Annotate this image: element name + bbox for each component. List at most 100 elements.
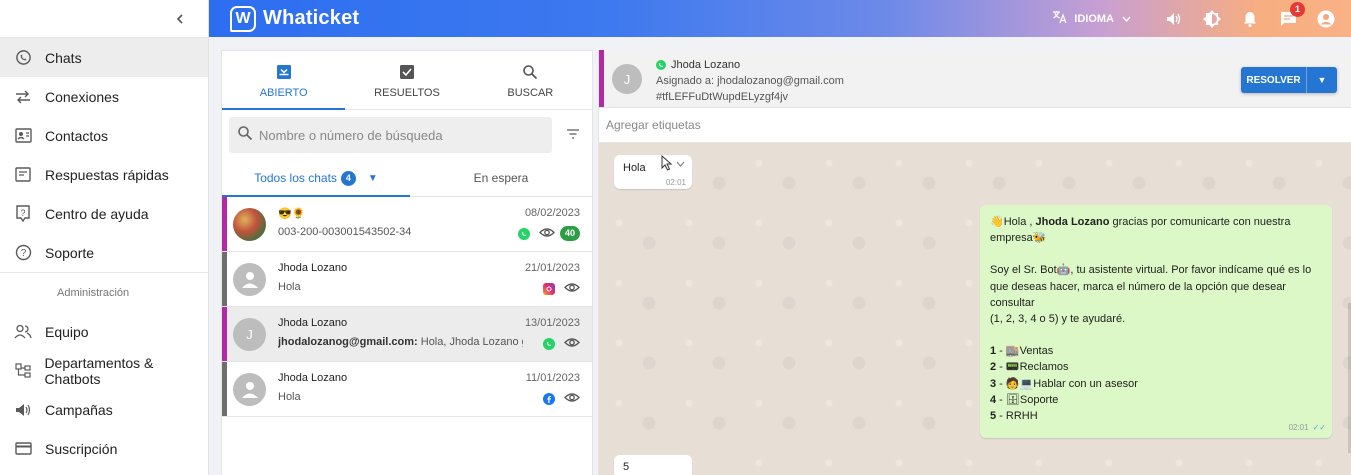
sidebar-header (0, 0, 208, 38)
app-logo[interactable]: W Whaticket (230, 5, 359, 32)
message-square-icon (14, 166, 32, 184)
sidebar-item-label: Campañas (45, 401, 113, 418)
assigned-to: Asignado a: jhodalozanog@gmail.com (656, 75, 844, 87)
eye-icon[interactable] (564, 335, 580, 353)
greeting-pre: 👋Hola , (990, 216, 1036, 228)
ticket-contact-name: 😎🌻 (278, 207, 306, 220)
ticket-indicators: 40 (518, 225, 580, 243)
ticket-item[interactable]: Jhoda Lozano Hola 21/01/2023 (222, 252, 592, 307)
sidebar-item-connections[interactable]: Conexiones (0, 77, 208, 116)
ticket-item[interactable]: Jhoda Lozano Hola 11/01/2023 (222, 362, 592, 417)
sidebar-item-team[interactable]: Equipo (0, 312, 208, 351)
greeting-line: 👋Hola , Jhoda Lozano gracias por comunic… (990, 214, 1322, 246)
sidebar-item-label: Soporte (45, 244, 95, 261)
double-check-icon: ✓✓ (1312, 422, 1326, 432)
people-icon (14, 323, 32, 341)
search-input[interactable] (259, 127, 539, 143)
filter-icon[interactable] (566, 126, 580, 144)
resolve-split-button: RESOLVER ▼ (1241, 67, 1337, 93)
flow-tree-icon (14, 362, 31, 380)
ticket-subtabs: Todos los chats 4 ▼ En espera (222, 160, 592, 197)
ticket-body: Jhoda Lozano Hola 21/01/2023 (278, 252, 592, 307)
ticket-id: #tfLEFFuDtWupdELyzgf4jv (656, 91, 789, 103)
eye-icon[interactable] (564, 280, 580, 298)
sidebar-item-help-center[interactable]: ? Centro de ayuda (0, 194, 208, 233)
avatar (233, 262, 266, 296)
ticket-date: 21/01/2023 (524, 261, 580, 274)
sidebar-section-admin: Administración (0, 272, 208, 312)
message-time: 02:01 (665, 178, 686, 187)
chat-notifications-icon[interactable]: 1 (1279, 1, 1305, 28)
inbox-icon (276, 61, 292, 83)
credit-card-icon (14, 440, 32, 458)
volume-icon[interactable] (1165, 10, 1183, 28)
incoming-message[interactable]: 5 (614, 455, 692, 475)
sidebar-item-label: Contactos (45, 127, 109, 144)
language-label: IDIOMA (1074, 12, 1114, 25)
sidebar-item-quick-replies[interactable]: Respuestas rápidas (0, 155, 208, 194)
sidebar-item-chats[interactable]: Chats (0, 38, 208, 77)
sidebar-item-departments[interactable]: Departamentos & Chatbots (0, 351, 208, 390)
subtab-all-chats[interactable]: Todos los chats 4 ▼ (222, 160, 410, 197)
sidebar-item-support[interactable]: ? Soporte (0, 233, 208, 272)
subtab-waiting[interactable]: En espera (410, 160, 592, 196)
whatsapp-icon (14, 49, 32, 67)
message-text: 5 (623, 461, 630, 473)
tab-resolved[interactable]: RESUELTOS (345, 51, 468, 109)
sidebar-item-label: Centro de ayuda (45, 205, 149, 222)
menu-option: 3 - 🧑💻Hablar con un asesor (990, 376, 1322, 392)
menu-option: 5 - RRHH (990, 408, 1322, 424)
ticket-body: Jhoda Lozano jhodalozanog@gmail.com: Hol… (278, 307, 592, 362)
contact-name-row: Jhoda Lozano (656, 57, 844, 73)
eye-icon[interactable] (564, 390, 580, 408)
caret-down-icon[interactable]: ▼ (368, 173, 378, 184)
option-text: - 🧑💻Hablar con un asesor (996, 377, 1138, 390)
tab-label: BUSCAR (507, 87, 554, 99)
megaphone-icon (14, 401, 32, 419)
tags-input[interactable]: Agregar etiquetas (599, 108, 1351, 143)
chevron-down-icon[interactable] (676, 159, 685, 170)
ticket-body: Jhoda Lozano Hola 11/01/2023 (278, 362, 592, 417)
ticket-last-message: Hola (278, 280, 301, 293)
sidebar: Chats Conexiones Contactos Respuestas rá… (0, 0, 209, 475)
translate-icon (1052, 10, 1068, 27)
language-selector[interactable]: IDIOMA (1052, 10, 1131, 27)
message-time-text: 02:01 (1288, 422, 1309, 432)
bell-icon[interactable] (1241, 10, 1259, 28)
ticket-status-bar (222, 362, 227, 416)
tab-search[interactable]: BUSCAR (469, 51, 592, 109)
sidebar-item-contacts[interactable]: Contactos (0, 116, 208, 155)
chats-count-badge: 4 (340, 170, 356, 186)
account-icon[interactable] (1317, 10, 1335, 28)
incoming-message[interactable]: Hola 02:01 (614, 155, 692, 189)
sidebar-item-subscription[interactable]: Suscripción (0, 429, 208, 468)
outgoing-message[interactable]: 👋Hola , Jhoda Lozano gracias por comunic… (980, 205, 1332, 438)
facebook-icon (543, 392, 555, 405)
sidebar-item-campaigns[interactable]: Campañas (0, 390, 208, 429)
sidebar-item-label: Departamentos & Chatbots (44, 354, 154, 387)
svg-text:?: ? (20, 248, 26, 259)
avatar: J (233, 317, 266, 351)
tickets-panel: ABIERTO RESUELTOS BUSCAR Nombre o número… (221, 50, 593, 475)
tab-open[interactable]: ABIERTO (222, 51, 346, 110)
chevron-down-icon (1122, 13, 1131, 25)
tab-label: ABIERTO (259, 87, 308, 99)
chat-header[interactable]: J Jhoda Lozano Asignado a: jhodalozanog@… (599, 50, 1351, 108)
chevron-left-icon[interactable] (170, 9, 190, 29)
ticket-date: 13/01/2023 (524, 316, 580, 329)
ticket-item[interactable]: 😎🌻 003-200-003001543502-34 08/02/2023 40 (222, 197, 592, 252)
theme-toggle-icon[interactable] (1203, 9, 1221, 28)
ticket-indicators (543, 390, 580, 408)
ticket-contact-name: Jhoda Lozano (278, 316, 348, 329)
whaticket-logo-icon: W (230, 5, 256, 32)
caret-down-icon[interactable]: ▼ (1307, 67, 1337, 93)
eye-icon[interactable] (539, 225, 555, 243)
ticket-item[interactable]: J Jhoda Lozano jhodalozanog@gmail.com: H… (222, 307, 592, 362)
search-row (222, 110, 592, 160)
menu-option: 4 - 🗄Soporte (990, 392, 1322, 408)
chat-panel: J Jhoda Lozano Asignado a: jhodalozanog@… (598, 50, 1351, 475)
resolve-button[interactable]: RESOLVER (1241, 67, 1307, 93)
ticket-last-message: Hola (278, 390, 301, 403)
tickets-tabs: ABIERTO RESUELTOS BUSCAR (222, 51, 592, 110)
last-message-text: Hola, Jhoda Lozano gracias por comunicar… (420, 335, 523, 348)
